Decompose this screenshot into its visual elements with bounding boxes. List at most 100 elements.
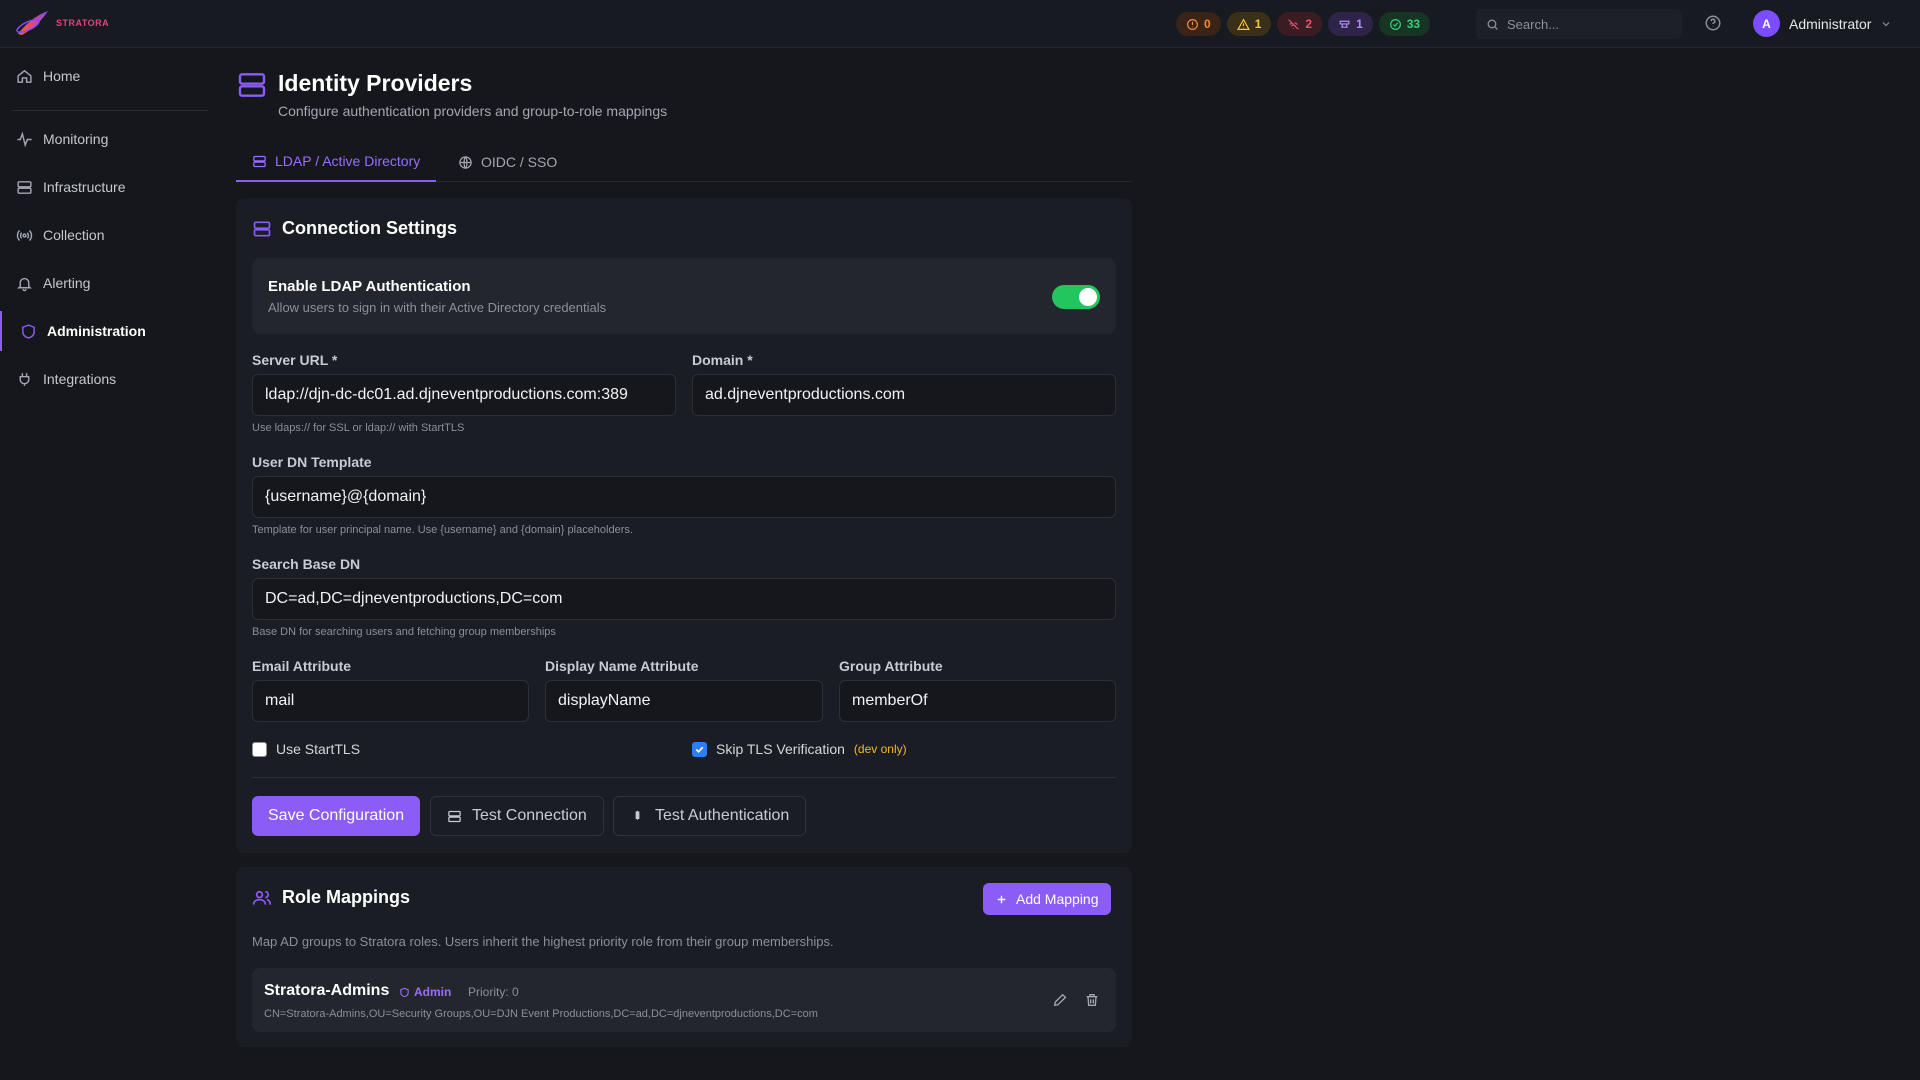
role-badge: Admin — [399, 985, 451, 999]
server-icon — [448, 810, 461, 822]
server-url-label: Server URL * — [252, 352, 338, 368]
server-icon — [253, 221, 271, 236]
email-attr-field[interactable]: mail — [252, 680, 529, 722]
tab-oidc[interactable]: OIDC / SSO — [442, 142, 573, 182]
plug-icon — [19, 372, 30, 386]
trash-icon — [1086, 994, 1098, 1006]
help-button[interactable] — [1704, 14, 1722, 32]
plug-icon — [1339, 20, 1350, 28]
server-url-field[interactable]: ldap://djn-dc-dc01.ad.djneventproduction… — [252, 374, 676, 416]
user-dn-label: User DN Template — [252, 454, 372, 470]
card-title: Connection Settings — [252, 218, 457, 239]
role-name: Admin — [414, 985, 452, 999]
button-label: Add Mapping — [1016, 891, 1099, 907]
user-dn-field[interactable]: {username}@{domain} — [252, 476, 1116, 518]
sidebar-item-label: Alerting — [43, 275, 91, 291]
card-title: Role Mappings — [252, 887, 410, 908]
badge-errors[interactable]: 0 — [1176, 12, 1221, 36]
button-label: Test Connection — [472, 807, 587, 824]
rocket-logo-icon — [16, 11, 48, 35]
sidebar: Home Monitoring Infrastructure Collectio… — [0, 48, 212, 1080]
group-attr-label: Group Attribute — [839, 658, 943, 674]
sidebar-item-collection[interactable]: Collection — [0, 215, 212, 255]
tab-label: LDAP / Active Directory — [275, 153, 421, 169]
server-url-hint: Use ldaps:// for SSL or ldap:// with Sta… — [252, 422, 465, 434]
base-dn-label: Search Base DN — [252, 556, 361, 572]
checkbox-label: Use StartTLS — [276, 741, 361, 757]
edit-mapping-button[interactable] — [1052, 992, 1068, 1008]
email-attr-label: Email Attribute — [252, 658, 352, 674]
use-starttls-checkbox[interactable]: Use StartTLS — [252, 741, 360, 757]
page-header: Identity Providers Configure authenticat… — [236, 68, 667, 119]
user-dn-hint: Template for user principal name. Use {u… — [252, 524, 633, 536]
badge-healthy[interactable]: 33 — [1378, 12, 1431, 36]
sidebar-item-label: Monitoring — [43, 131, 109, 147]
server-icon — [17, 180, 32, 194]
sidebar-item-monitoring[interactable]: Monitoring — [0, 119, 212, 159]
tab-ldap[interactable]: LDAP / Active Directory — [236, 142, 437, 182]
list-item: Stratora-Admins Admin Priority: 0 CN=Str… — [252, 968, 1116, 1032]
badge-integrations[interactable]: 1 — [1328, 12, 1373, 36]
role-mappings-card: Role Mappings Add Mapping Map AD groups … — [236, 867, 1132, 1047]
sidebar-item-home[interactable]: Home — [0, 56, 212, 96]
button-label: Test Authentication — [655, 807, 790, 824]
pencil-icon — [1053, 993, 1067, 1007]
badge-count: 2 — [1305, 17, 1313, 31]
save-configuration-button[interactable]: Save Configuration — [252, 796, 421, 836]
user-menu[interactable]: A Administrator — [1753, 10, 1892, 37]
shield-icon — [400, 987, 409, 997]
tab-label: OIDC / SSO — [481, 154, 558, 170]
display-attr-label: Display Name Attribute — [545, 658, 699, 674]
sidebar-item-infrastructure[interactable]: Infrastructure — [0, 167, 212, 207]
skip-tls-checkbox[interactable]: Skip TLS Verification (dev only) — [692, 741, 907, 757]
alert-circle-icon — [1187, 18, 1198, 30]
chevron-down-icon — [1883, 21, 1890, 26]
sidebar-item-label: Administration — [47, 323, 146, 339]
test-authentication-button[interactable]: Test Authentication — [613, 796, 807, 836]
users-icon — [252, 890, 272, 905]
app-name: STRATORA — [56, 18, 110, 28]
divider — [252, 777, 1116, 778]
sidebar-item-alerting[interactable]: Alerting — [0, 263, 212, 303]
page-subtitle: Configure authentication providers and g… — [278, 103, 668, 119]
enable-ldap-row: Enable LDAP Authentication Allow users t… — [252, 258, 1116, 334]
avatar: A — [1753, 10, 1780, 37]
dev-only-note: (dev only) — [853, 742, 907, 756]
group-attr-field[interactable]: memberOf — [839, 680, 1116, 722]
checkbox-box — [252, 741, 267, 757]
add-mapping-button[interactable]: Add Mapping — [983, 883, 1111, 915]
display-attr-field[interactable]: displayName — [545, 680, 823, 722]
checkbox-label: Skip TLS Verification — [716, 741, 845, 757]
enable-ldap-title: Enable LDAP Authentication — [268, 278, 471, 295]
test-connection-button[interactable]: Test Connection — [430, 796, 604, 836]
search-input[interactable]: Search... — [1476, 9, 1682, 39]
delete-mapping-button[interactable] — [1084, 992, 1100, 1008]
sidebar-item-administration[interactable]: Administration — [0, 311, 212, 351]
checkbox-box — [692, 741, 707, 757]
base-dn-hint: Base DN for searching users and fetching… — [252, 626, 556, 638]
app-logo[interactable]: STRATORA — [14, 8, 109, 38]
base-dn-field[interactable]: DC=ad,DC=djneventproductions,DC=com — [252, 578, 1116, 620]
badge-count: 1 — [1254, 17, 1262, 31]
mapping-dn: CN=Stratora-Admins,OU=Security Groups,OU… — [264, 1008, 818, 1020]
sidebar-item-label: Collection — [43, 227, 105, 243]
badge-offline[interactable]: 2 — [1277, 12, 1323, 36]
status-badges: 0 1 2 1 33 — [1176, 12, 1431, 36]
sidebar-item-label: Infrastructure — [43, 179, 126, 195]
provider-tabs: LDAP / Active Directory OIDC / SSO — [236, 142, 1132, 182]
mapping-group-name: Stratora-Admins — [264, 982, 390, 999]
enable-ldap-toggle[interactable] — [1052, 285, 1100, 309]
shield-icon — [22, 323, 35, 339]
help-circle-icon — [1705, 15, 1721, 31]
sidebar-item-integrations[interactable]: Integrations — [0, 359, 212, 399]
server-icon — [238, 73, 266, 97]
top-bar: STRATORA 0 1 2 1 33 Search... A Administ… — [0, 0, 1920, 48]
signal-off-icon — [1288, 18, 1300, 30]
check-circle-icon — [1389, 18, 1401, 30]
key-icon — [635, 810, 640, 820]
check-icon — [695, 746, 704, 753]
enable-ldap-subtitle: Allow users to sign in with their Active… — [268, 300, 607, 315]
home-icon — [17, 69, 32, 83]
badge-warnings[interactable]: 1 — [1226, 12, 1272, 36]
domain-field[interactable]: ad.djneventproductions.com — [692, 374, 1116, 416]
